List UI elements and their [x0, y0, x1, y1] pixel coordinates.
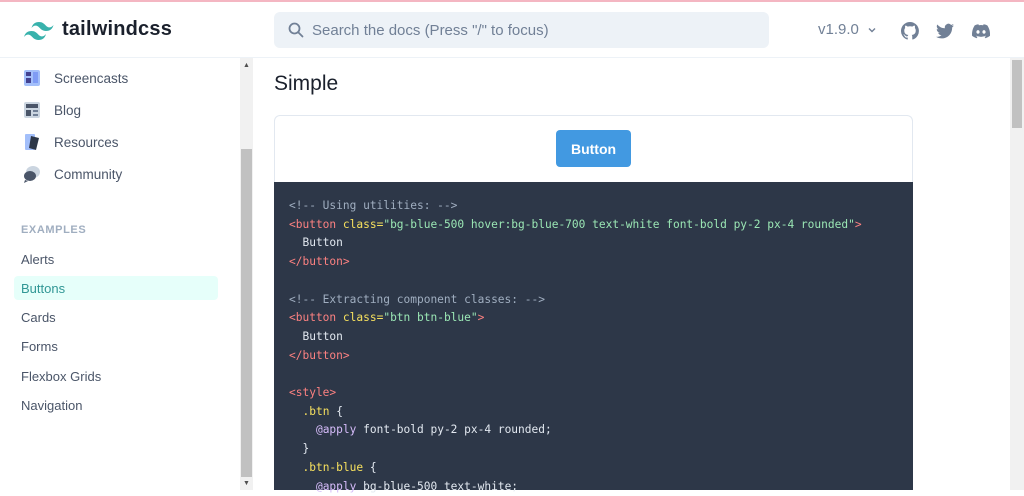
code-brace: } — [302, 442, 310, 456]
sidebar-item-label: Resources — [54, 134, 119, 150]
code-tag: <button — [289, 311, 337, 325]
discord-icon[interactable] — [971, 21, 991, 41]
logo[interactable]: tailwindcss — [24, 18, 172, 41]
code-text-node: Button — [302, 236, 343, 250]
sidebar-item-label: Blog — [54, 102, 82, 118]
code-value: font-bold py-2 px-4 rounded; — [363, 423, 552, 437]
search-icon — [288, 22, 304, 38]
sidebar-item-forms[interactable]: Forms — [21, 339, 58, 354]
code-brace: { — [369, 460, 377, 474]
code-at-rule: @apply — [315, 479, 357, 493]
code-string: "bg-blue-500 hover:bg-blue-700 text-whit… — [383, 217, 855, 231]
code-brace: { — [336, 404, 343, 418]
page-title: Simple — [274, 72, 339, 95]
code-tag: </button> — [289, 348, 350, 362]
sidebar-scrollbar-thumb[interactable] — [241, 149, 252, 477]
code-selector: .btn — [302, 404, 330, 418]
code-comment: <!-- Using utilities: --> — [289, 199, 458, 212]
sidebar-item-screencasts[interactable]: Screencasts — [22, 68, 128, 88]
section-title-examples: EXAMPLES — [21, 224, 87, 236]
code-text-node: Button — [302, 329, 343, 343]
search-input[interactable] — [312, 21, 752, 39]
code-block: <!-- Using utilities: --> <button class=… — [274, 182, 913, 493]
sidebar-item-resources[interactable]: Resources — [22, 132, 119, 152]
code-at-rule: @apply — [315, 423, 357, 437]
github-icon[interactable] — [900, 21, 920, 41]
top-header: tailwindcss v1.9.0 — [0, 2, 1024, 58]
sidebar: Screencasts Blog Resources Community EXA… — [0, 58, 240, 490]
screencast-icon — [24, 70, 40, 86]
code-attr: class= — [342, 311, 384, 325]
sidebar-item-label: Screencasts — [54, 70, 129, 86]
code-tag: <style> — [289, 386, 337, 400]
page-scrollbar-thumb[interactable] — [1012, 60, 1022, 128]
tailwind-logo-icon — [24, 21, 54, 40]
code-string: "btn btn-blue" — [383, 311, 478, 325]
code-tag: > — [477, 311, 485, 325]
sidebar-item-blog[interactable]: Blog — [22, 100, 81, 120]
sidebar-item-cards[interactable]: Cards — [21, 310, 56, 325]
scroll-up-arrow-icon[interactable]: ▲ — [240, 58, 253, 72]
scroll-down-arrow-icon[interactable]: ▼ — [240, 476, 253, 490]
chevron-down-icon — [868, 27, 876, 32]
code-tag: > — [854, 217, 862, 231]
code-selector: .btn-blue — [302, 460, 364, 474]
code-tag: </button> — [289, 255, 350, 269]
code-comment: <!-- Extracting component classes: --> — [289, 292, 545, 306]
resources-icon — [25, 134, 39, 150]
logo-text: tailwindcss — [62, 18, 173, 40]
search-box[interactable] — [274, 12, 769, 48]
code-text: <!-- Using utilities: --> <button class=… — [289, 197, 862, 496]
code-value: bg-blue-500 text-white; — [363, 479, 519, 493]
sidebar-item-buttons[interactable]: Buttons — [21, 281, 65, 296]
sidebar-item-label: Community — [54, 166, 123, 182]
code-tag: <button — [289, 217, 337, 231]
demo-button[interactable]: Button — [556, 130, 631, 167]
version-label: v1.9.0 — [818, 21, 859, 38]
community-icon — [24, 166, 40, 183]
sidebar-item-community[interactable]: Community — [22, 164, 122, 184]
blog-icon — [24, 102, 40, 118]
version-select[interactable]: v1.9.0 — [818, 21, 877, 38]
code-attr: class= — [342, 217, 384, 231]
sidebar-item-navigation[interactable]: Navigation — [21, 398, 82, 413]
twitter-icon[interactable] — [935, 21, 955, 41]
sidebar-item-alerts[interactable]: Alerts — [21, 252, 54, 267]
sidebar-item-flexbox-grids[interactable]: Flexbox Grids — [21, 369, 101, 384]
